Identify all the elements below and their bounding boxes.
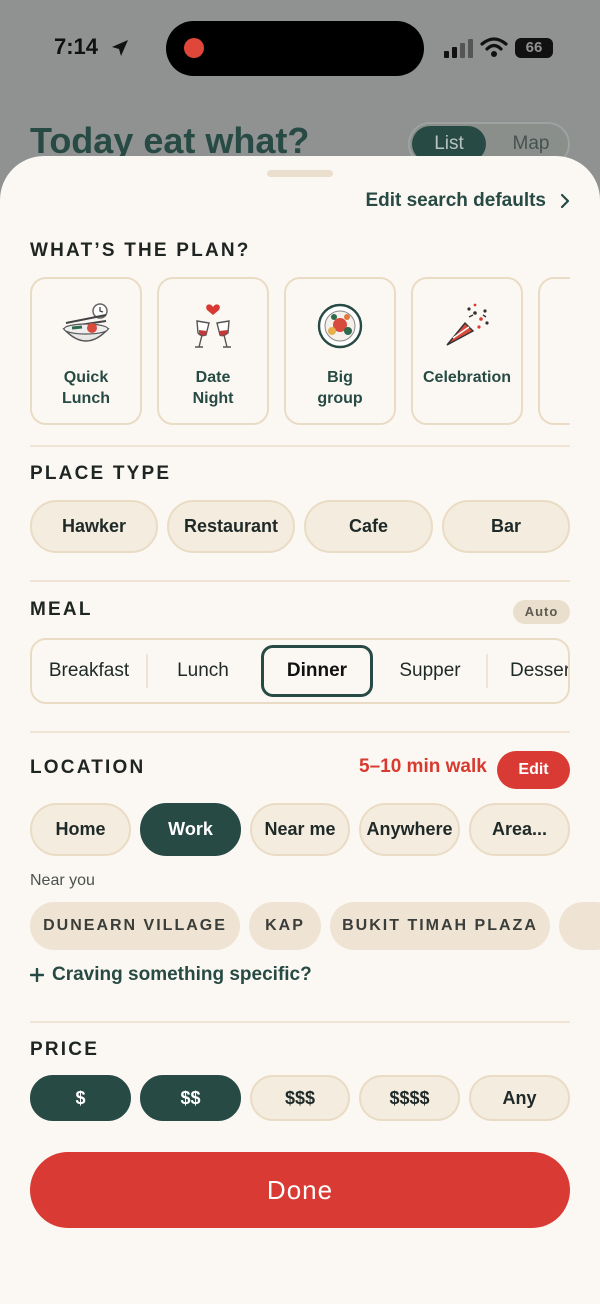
meal-option-breakfast[interactable]: Breakfast <box>32 640 146 702</box>
recording-indicator-icon <box>184 38 204 58</box>
filter-sheet: Edit search defaults WHAT’S THE PLAN? Qu… <box>0 156 600 1304</box>
wifi-icon <box>480 37 508 57</box>
battery-indicator: 66 <box>515 38 553 58</box>
meal-auto-badge: Auto <box>513 600 570 624</box>
party-popper-icon <box>446 303 489 346</box>
done-button[interactable]: Done <box>30 1152 570 1228</box>
plan-heading: WHAT’S THE PLAN? <box>30 240 251 261</box>
meal-option-supper[interactable]: Supper <box>376 640 484 702</box>
status-bar: 7:14 66 <box>0 0 600 96</box>
noodle-bowl-clock-icon <box>62 303 110 342</box>
place-type-restaurant[interactable]: Restaurant <box>167 500 295 553</box>
location-arrow-icon <box>112 40 128 56</box>
price-option-1[interactable]: $ <box>30 1075 131 1121</box>
plan-card-date-night[interactable]: Date Night <box>157 277 269 425</box>
location-home[interactable]: Home <box>30 803 131 856</box>
price-option-any[interactable]: Any <box>469 1075 570 1121</box>
price-option-3[interactable]: $$$ <box>250 1075 350 1121</box>
meal-option-dinner[interactable]: Dinner <box>261 645 373 697</box>
plan-card-label: Celebration <box>422 369 511 386</box>
place-type-heading: PLACE TYPE <box>30 463 172 484</box>
edit-search-defaults-label: Edit search defaults <box>365 190 546 211</box>
location-anywhere[interactable]: Anywhere <box>359 803 460 856</box>
plan-card-label: Big group <box>317 369 363 407</box>
dynamic-island <box>166 21 424 76</box>
craving-label: Craving something specific? <box>52 964 312 985</box>
meal-option-lunch[interactable]: Lunch <box>148 640 258 702</box>
location-area[interactable]: Area... <box>469 803 570 856</box>
price-option-2[interactable]: $$ <box>140 1075 241 1121</box>
chevron-right-icon <box>560 193 570 209</box>
sheet-grabber[interactable] <box>267 170 333 177</box>
meal-segmented-control: Breakfast Lunch Dinner Supper Dessert <box>30 638 570 704</box>
meal-option-dessert[interactable]: Dessert <box>510 640 568 702</box>
section-divider <box>30 1021 570 1023</box>
place-type-cafe[interactable]: Cafe <box>304 500 433 553</box>
craving-link[interactable]: Craving something specific? <box>30 964 312 986</box>
location-near-me[interactable]: Near me <box>250 803 350 856</box>
place-type-hawker[interactable]: Hawker <box>30 500 158 553</box>
plan-card-celebration[interactable]: Celebration <box>411 277 523 425</box>
status-time: 7:14 <box>54 34 99 59</box>
price-option-4[interactable]: $$$$ <box>359 1075 460 1121</box>
near-place-tag[interactable]: KAP <box>249 902 321 950</box>
section-divider <box>30 445 570 447</box>
plus-icon <box>30 968 44 982</box>
plan-card-label: Date Night <box>192 369 234 407</box>
meal-heading: MEAL <box>30 599 93 620</box>
plan-cards-row: Quick Lunch Date Night Big group Celebra… <box>30 277 570 425</box>
edit-search-defaults-link[interactable]: Edit search defaults <box>365 190 570 212</box>
near-place-tag-partial[interactable] <box>559 902 600 950</box>
section-divider <box>30 580 570 582</box>
wine-glasses-heart-icon <box>195 304 231 348</box>
plan-card-more[interactable] <box>538 277 570 425</box>
plan-card-quick-lunch[interactable]: Quick Lunch <box>30 277 142 425</box>
location-edit-button[interactable]: Edit <box>497 751 570 789</box>
near-you-label: Near you <box>30 872 95 889</box>
location-work[interactable]: Work <box>140 803 241 856</box>
place-type-bar[interactable]: Bar <box>442 500 570 553</box>
location-heading: LOCATION <box>30 757 146 778</box>
price-heading: PRICE <box>30 1039 100 1060</box>
walk-distance: 5–10 min walk <box>359 756 487 777</box>
cellular-signal-icon <box>444 39 473 58</box>
plan-card-big-group[interactable]: Big group <box>284 277 396 425</box>
shared-platter-icon <box>317 303 363 349</box>
plan-card-label: Quick Lunch <box>62 369 110 407</box>
near-place-tag[interactable]: DUNEARN VILLAGE <box>30 902 240 950</box>
near-place-tag[interactable]: BUKIT TIMAH PLAZA <box>330 902 550 950</box>
section-divider <box>30 731 570 733</box>
meal-separator <box>486 654 488 688</box>
